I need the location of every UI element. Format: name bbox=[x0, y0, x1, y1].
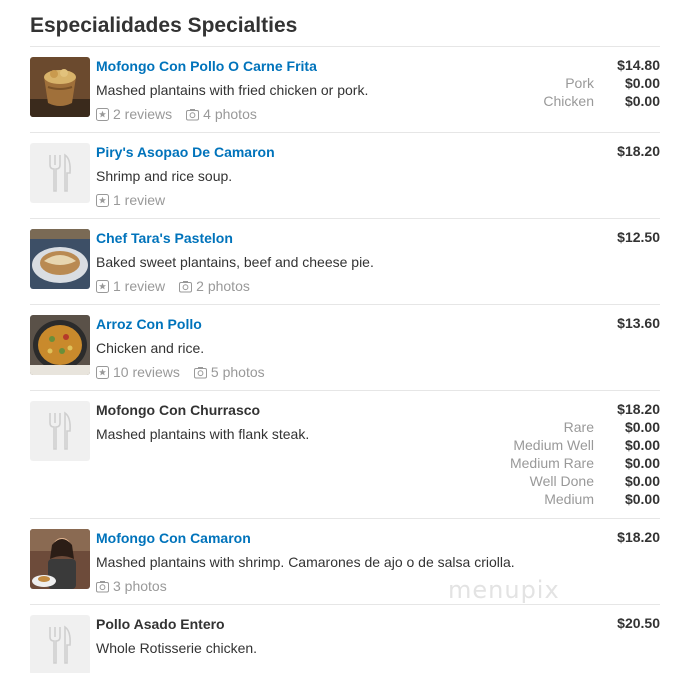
option-price: $0.00 bbox=[624, 419, 660, 435]
dish-photo[interactable] bbox=[30, 57, 90, 117]
review-star-icon bbox=[96, 279, 109, 293]
photos-count: 4 photos bbox=[203, 106, 257, 122]
base-price: $14.80 bbox=[617, 57, 660, 73]
price-list: $12.50 bbox=[612, 229, 660, 247]
dish-name: Pollo Asado Entero bbox=[96, 616, 225, 632]
base-price: $18.20 bbox=[617, 401, 660, 417]
price-list: $18.20 bbox=[612, 529, 660, 547]
reviews-count: 2 reviews bbox=[113, 106, 173, 122]
menu-item: Chef Tara's Pastelon Baked sweet plantai… bbox=[30, 218, 660, 304]
menu-item: Piry's Asopao De Camaron Shrimp and rice… bbox=[30, 132, 660, 218]
camera-icon bbox=[193, 366, 207, 378]
option-price: $0.00 bbox=[624, 473, 660, 489]
price-list: $18.20 Rare $0.00 Medium Well $0.00 Medium… bbox=[474, 401, 660, 509]
dish-name-link[interactable]: Mofongo Con Pollo O Carne Frita bbox=[96, 57, 516, 75]
section-title: Especialidades Specialties bbox=[30, 14, 298, 37]
option-price: $0.00 bbox=[624, 437, 660, 453]
dish-photo-placeholder bbox=[30, 615, 90, 673]
camera-icon bbox=[186, 108, 200, 120]
fork-knife-icon bbox=[49, 153, 71, 192]
photos-link[interactable]: 4 photos bbox=[186, 105, 257, 123]
dish-name-link[interactable]: Chef Tara's Pastelon bbox=[96, 229, 516, 247]
camera-icon bbox=[179, 280, 193, 292]
dish-description: Whole Rotisserie chicken. bbox=[96, 640, 258, 656]
base-price: $12.50 bbox=[617, 229, 660, 245]
photos-count: 2 photos bbox=[196, 278, 250, 294]
option-label: Medium Well bbox=[513, 437, 594, 453]
option-label: Well Done bbox=[529, 473, 594, 489]
option-label: Medium Rare bbox=[509, 455, 594, 471]
option-label: Rare bbox=[563, 419, 594, 435]
reviews-link[interactable]: 10 reviews bbox=[96, 363, 180, 381]
option-price: $0.00 bbox=[624, 455, 660, 471]
review-star-icon bbox=[96, 107, 109, 121]
base-price: $20.50 bbox=[617, 615, 660, 631]
fork-knife-icon bbox=[49, 411, 71, 450]
photos-link[interactable]: 5 photos bbox=[193, 363, 265, 381]
dish-description: Chicken and rice. bbox=[96, 340, 205, 356]
dish-photo-placeholder bbox=[30, 143, 90, 203]
dish-description: Baked sweet plantains, beef and cheese p… bbox=[96, 254, 374, 270]
menu-item: Arroz Con Pollo Chicken and rice. 10 rev… bbox=[30, 304, 660, 390]
dish-description: Mashed plantains with fried chicken or p… bbox=[96, 82, 369, 98]
menu-item: Mofongo Con Camaron Mashed plantains wit… bbox=[30, 518, 660, 604]
dish-name-link[interactable]: Piry's Asopao De Camaron bbox=[96, 143, 516, 161]
option-label: Pork bbox=[565, 75, 594, 91]
photos-count: 3 photos bbox=[113, 578, 167, 594]
photos-link[interactable]: 3 photos bbox=[96, 577, 167, 595]
reviews-link[interactable]: 2 reviews bbox=[96, 105, 172, 123]
option-price: $0.00 bbox=[624, 93, 660, 109]
menu-item: Pollo Asado Entero Whole Rotisserie chic… bbox=[30, 604, 660, 673]
reviews-link[interactable]: 1 review bbox=[96, 191, 165, 209]
option-price: $0.00 bbox=[624, 491, 660, 507]
dish-description: Mashed plantains with shrimp. Camarones … bbox=[96, 554, 515, 570]
price-list: $14.80 Pork $0.00 Chicken $0.00 bbox=[474, 57, 660, 111]
reviews-link[interactable]: 1 review bbox=[96, 277, 165, 295]
fork-knife-icon bbox=[49, 625, 71, 664]
photos-link[interactable]: 2 photos bbox=[179, 277, 250, 295]
option-label: Chicken bbox=[543, 93, 594, 109]
price-list: $20.50 bbox=[612, 615, 660, 633]
dish-photo[interactable] bbox=[30, 529, 90, 589]
dish-photo[interactable] bbox=[30, 229, 90, 289]
reviews-count: 1 review bbox=[113, 278, 166, 294]
option-price: $0.00 bbox=[624, 75, 660, 91]
menu-item: Mofongo Con Pollo O Carne Frita Mashed p… bbox=[30, 46, 660, 132]
photos-count: 5 photos bbox=[210, 364, 265, 380]
dish-name-link[interactable]: Mofongo Con Camaron bbox=[96, 529, 566, 547]
reviews-count: 1 review bbox=[113, 192, 166, 208]
base-price: $18.20 bbox=[617, 529, 660, 545]
menu-list: Mofongo Con Pollo O Carne Frita Mashed p… bbox=[30, 46, 660, 673]
dish-description: Shrimp and rice soup. bbox=[96, 168, 233, 184]
dish-photo-placeholder bbox=[30, 401, 90, 461]
menu-item: Mofongo Con Churrasco Mashed plantains w… bbox=[30, 390, 660, 518]
price-list: $18.20 bbox=[612, 143, 660, 161]
dish-description: Mashed plantains with flank steak. bbox=[96, 426, 310, 442]
dish-name: Mofongo Con Churrasco bbox=[96, 402, 261, 418]
dish-name-link[interactable]: Arroz Con Pollo bbox=[96, 315, 516, 333]
dish-photo[interactable] bbox=[30, 315, 90, 375]
base-price: $18.20 bbox=[617, 143, 660, 159]
option-label: Medium bbox=[544, 491, 594, 507]
watermark-logo: menupix bbox=[448, 576, 560, 604]
price-list: $13.60 bbox=[612, 315, 660, 333]
review-star-icon bbox=[96, 193, 109, 207]
base-price: $13.60 bbox=[617, 315, 660, 331]
review-star-icon bbox=[96, 365, 109, 379]
camera-icon bbox=[96, 580, 109, 592]
reviews-count: 10 reviews bbox=[113, 364, 180, 380]
